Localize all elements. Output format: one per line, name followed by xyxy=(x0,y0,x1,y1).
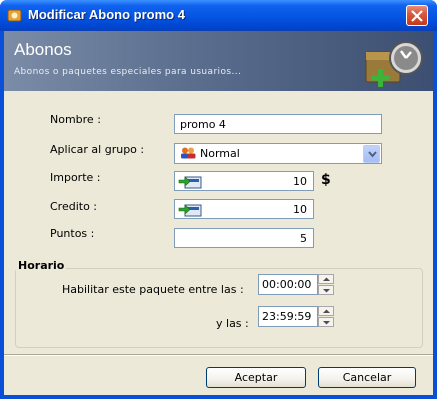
nombre-input[interactable]: promo 4 xyxy=(174,114,382,134)
button-separator xyxy=(4,354,433,356)
horario-end-label: y las : xyxy=(216,317,249,330)
close-button[interactable] xyxy=(406,5,428,26)
puntos-input[interactable]: 5 xyxy=(174,228,314,248)
chevron-down-icon xyxy=(323,289,330,293)
user-group-icon xyxy=(181,147,196,159)
money-icon xyxy=(178,176,202,189)
nombre-label: Nombre : xyxy=(50,113,101,126)
window-title: Modificar Abono promo 4 xyxy=(28,7,185,22)
chevron-up-icon xyxy=(323,277,330,281)
importe-value: 10 xyxy=(293,175,307,188)
puntos-label: Puntos : xyxy=(50,227,95,240)
horario-start-value: 00:00:00 xyxy=(262,278,312,291)
horario-end-input[interactable]: 23:59:59 xyxy=(258,306,318,327)
credito-input[interactable]: 10 xyxy=(174,199,314,219)
header-subtitle: Abonos o paquetes especiales para usuari… xyxy=(14,67,242,77)
credito-value: 10 xyxy=(293,203,307,216)
currency-symbol: $ xyxy=(321,172,331,188)
horario-start-input[interactable]: 00:00:00 xyxy=(258,274,318,295)
spin-down-button[interactable] xyxy=(318,285,334,295)
spin-down-button[interactable] xyxy=(318,317,334,327)
grupo-value: Normal xyxy=(200,147,240,160)
chevron-down-icon xyxy=(368,151,377,158)
grupo-label: Aplicar al grupo : xyxy=(50,143,145,156)
spin-up-button[interactable] xyxy=(318,274,334,284)
spin-up-button[interactable] xyxy=(318,306,334,316)
app-icon xyxy=(7,9,22,22)
nombre-value: promo 4 xyxy=(180,118,226,131)
header-banner: Abonos Abonos o paquetes especiales para… xyxy=(4,31,433,91)
horario-end-value: 23:59:59 xyxy=(262,310,312,323)
horario-start-spinner[interactable] xyxy=(318,274,334,296)
clock-box-add-icon xyxy=(365,41,423,87)
cancel-button[interactable]: Cancelar xyxy=(318,367,416,388)
accept-button[interactable]: Aceptar xyxy=(206,367,306,388)
header-title: Abonos xyxy=(14,40,72,59)
close-icon xyxy=(411,10,423,22)
horario-start-label: Habilitar este paquete entre las : xyxy=(62,283,244,296)
horario-legend: Horario xyxy=(16,259,67,272)
money-icon xyxy=(178,204,202,217)
puntos-value: 5 xyxy=(300,232,307,245)
horario-end-spinner[interactable] xyxy=(318,306,334,328)
importe-label: Importe : xyxy=(50,171,101,184)
dialog-window: Modificar Abono promo 4 Abonos Abonos o … xyxy=(0,0,437,399)
grupo-select[interactable]: Normal xyxy=(174,143,382,164)
importe-input[interactable]: 10 xyxy=(174,171,314,191)
credito-label: Credito : xyxy=(50,200,98,213)
horario-groupbox xyxy=(15,268,423,348)
title-bar[interactable]: Modificar Abono promo 4 xyxy=(0,0,437,31)
dialog-body: Abonos Abonos o paquetes especiales para… xyxy=(4,31,433,395)
grupo-dropdown-button[interactable] xyxy=(363,145,380,163)
chevron-up-icon xyxy=(323,309,330,313)
chevron-down-icon xyxy=(323,321,330,325)
